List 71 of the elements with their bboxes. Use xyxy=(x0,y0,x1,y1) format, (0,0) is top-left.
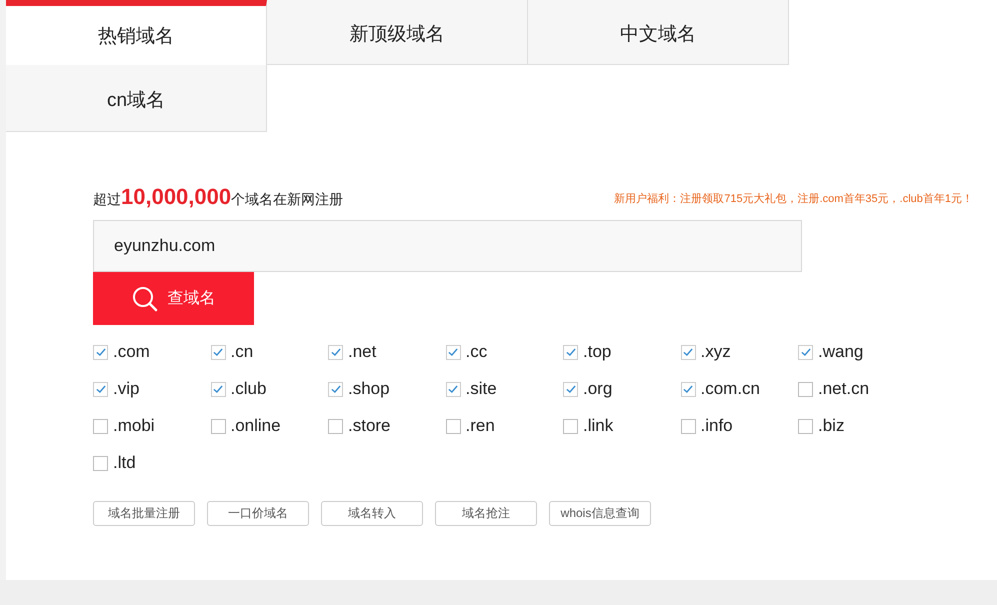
checkbox-label: .mobi xyxy=(113,416,155,436)
tab[interactable]: cn域名 xyxy=(6,65,267,132)
checkmark-icon xyxy=(94,383,106,395)
checkbox[interactable] xyxy=(563,418,578,434)
headline-text: 超过10,000,000个域名在新网注册 xyxy=(93,184,344,210)
checkbox-label: .net.cn xyxy=(818,379,870,399)
checkbox[interactable] xyxy=(798,382,813,396)
checkbox-label: .cn xyxy=(230,342,254,362)
checkmark-icon xyxy=(94,346,106,358)
checkmark-icon xyxy=(212,346,224,358)
checkbox[interactable] xyxy=(563,382,578,396)
checkmark-icon xyxy=(447,383,459,395)
checkbox[interactable] xyxy=(93,382,108,396)
checkbox-label: .vip xyxy=(113,379,140,399)
checkbox[interactable] xyxy=(210,382,226,396)
checkbox[interactable] xyxy=(446,418,460,434)
checkbox-label: .club xyxy=(230,379,266,399)
checkbox-label: .org xyxy=(583,379,612,399)
tab[interactable]: 新顶级域名 xyxy=(267,0,528,65)
checkbox-label: .net xyxy=(348,342,376,362)
tab[interactable]: 中文域名 xyxy=(528,0,789,65)
checkmark-icon xyxy=(682,346,694,358)
checkmark-icon xyxy=(682,383,694,395)
checkbox-label: .com.cn xyxy=(700,379,760,399)
search-icon xyxy=(132,286,158,312)
checkbox-label: .com xyxy=(113,342,150,362)
domain-search-field[interactable]: eyunzhu.com xyxy=(93,220,802,272)
checkbox[interactable] xyxy=(93,418,108,434)
checkbox[interactable] xyxy=(93,456,108,470)
checkbox-label: .biz xyxy=(818,416,844,436)
checkbox[interactable] xyxy=(93,344,108,360)
checkbox[interactable] xyxy=(680,382,696,396)
checkbox[interactable] xyxy=(210,418,226,434)
checkmark-icon xyxy=(447,346,459,358)
checkbox-label: .ltd xyxy=(113,453,136,473)
checkbox[interactable] xyxy=(680,418,696,434)
checkbox-label: .shop xyxy=(348,379,390,399)
checkbox-label: .cc xyxy=(466,342,488,362)
checkbox[interactable] xyxy=(798,344,813,360)
link-button[interactable]: whois信息查询 xyxy=(549,501,651,526)
link-button[interactable]: 域名抢注 xyxy=(435,501,537,526)
checkbox-label: .info xyxy=(700,416,733,436)
link-button[interactable]: 域名转入 xyxy=(321,501,423,526)
checkmark-icon xyxy=(212,383,224,395)
checkbox[interactable] xyxy=(328,344,343,360)
checkbox-label: .link xyxy=(583,416,614,436)
search-button[interactable]: 查域名 xyxy=(93,272,254,325)
checkbox[interactable] xyxy=(563,344,578,360)
checkbox[interactable] xyxy=(328,418,343,434)
checkmark-icon xyxy=(564,383,576,395)
checkbox-label: .top xyxy=(583,342,612,362)
link-button[interactable]: 一口价域名 xyxy=(207,501,309,526)
checkbox-label: .wang xyxy=(818,342,864,362)
promo-text: 新用户福利：注册领取715元大礼包，注册.com首年35元，.club首年1元！ xyxy=(614,192,973,207)
checkbox[interactable] xyxy=(446,344,460,360)
checkmark-icon xyxy=(330,383,342,395)
checkmark-icon xyxy=(800,346,812,358)
checkbox[interactable] xyxy=(798,418,813,434)
checkbox[interactable] xyxy=(446,382,460,396)
checkmark-icon xyxy=(564,346,576,358)
checkbox-label: .store xyxy=(348,416,391,436)
checkmark-icon xyxy=(330,346,342,358)
checkbox[interactable] xyxy=(210,344,226,360)
checkbox-label: .ren xyxy=(466,416,495,436)
checkbox-label: .online xyxy=(230,416,281,436)
checkbox[interactable] xyxy=(680,344,696,360)
link-button[interactable]: 域名批量注册 xyxy=(93,501,195,526)
checkbox-label: .site xyxy=(466,379,497,399)
checkbox[interactable] xyxy=(328,382,343,396)
checkbox-label: .xyz xyxy=(700,342,731,362)
tab[interactable]: 热销域名 xyxy=(6,0,267,65)
